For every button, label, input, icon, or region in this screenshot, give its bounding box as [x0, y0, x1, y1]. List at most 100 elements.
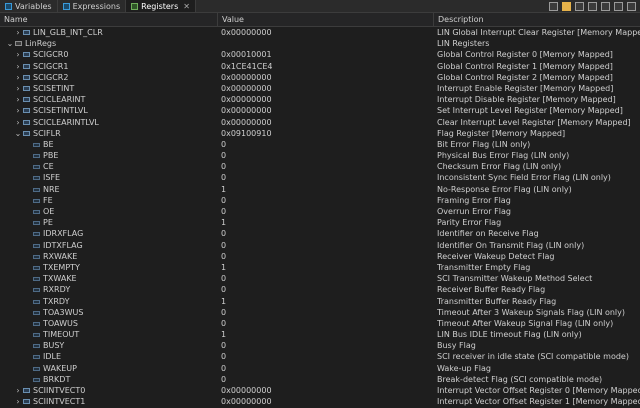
row-value-cell[interactable]: 1 [221, 184, 433, 195]
maximize-icon[interactable] [627, 1, 636, 11]
row-value-cell[interactable]: 0 [221, 284, 433, 295]
tab-registers[interactable]: Registers ✕ [126, 0, 196, 12]
tree-row-register[interactable]: › SCIGCR0 0x00010001 Global Control Registe… [0, 49, 640, 60]
tree-row-register[interactable]: › SCIINTVECT1 0x00000000 Interrupt Vector O… [0, 396, 640, 407]
minimize-icon[interactable] [614, 1, 623, 11]
tab-label: Registers [141, 1, 179, 11]
tree-row-field[interactable]: PE 1 Parity Error Flag [0, 217, 640, 228]
tree-row-field[interactable]: FE 0 Framing Error Flag [0, 195, 640, 206]
tree-row-field[interactable]: CE 0 Checksum Error Flag (LIN only) [0, 161, 640, 172]
row-value-cell[interactable]: 0x00000000 [221, 94, 433, 105]
tree-row-group[interactable]: ⌄ LinRegs LIN Registers [0, 38, 640, 49]
tree-row-register[interactable]: › SCIINTVECT0 0x00000000 Interrupt Vector O… [0, 385, 640, 396]
collapse-icon[interactable] [588, 1, 597, 11]
row-value-cell[interactable]: 0 [221, 240, 433, 251]
tree-row-field[interactable]: TIMEOUT 1 LIN Bus IDLE timeout Flag (LIN o… [0, 329, 640, 340]
tree-row-field[interactable]: OE 0 Overrun Error Flag [0, 206, 640, 217]
row-value-cell[interactable]: 0x00000000 [221, 117, 433, 128]
chevron-right-icon[interactable]: › [14, 83, 22, 94]
tree-row-register[interactable]: › SCISETINT 0x00000000 Interrupt Enable Reg… [0, 83, 640, 94]
row-value-cell[interactable]: 1 [221, 296, 433, 307]
tree-row-register[interactable]: › SCIGCR1 0x1CE41CE4 Global Control Registe… [0, 61, 640, 72]
tree-row-field[interactable]: IDLE 0 SCI receiver in idle state (SCI com… [0, 351, 640, 362]
row-value-cell[interactable]: 0 [221, 228, 433, 239]
tree-row-field[interactable]: TXEMPTY 1 Transmitter Empty Flag [0, 262, 640, 273]
tree-row-field[interactable]: TOAWUS 0 Timeout After Wakeup Signal Flag … [0, 318, 640, 329]
tree-row-field[interactable]: TOA3WUS 0 Timeout After 3 Wakeup Signals F… [0, 307, 640, 318]
highlight-icon[interactable] [575, 1, 584, 11]
row-value-cell[interactable]: 1 [221, 329, 433, 340]
tree-row-field[interactable]: IDTXFLAG 0 Identifier On Transmit Flag (LI… [0, 240, 640, 251]
tab-variables[interactable]: Variables [0, 0, 58, 12]
row-value-cell[interactable]: 0 [221, 340, 433, 351]
tree-row-field[interactable]: RXRDY 0 Receiver Buffer Ready Flag [0, 284, 640, 295]
tree-row-register[interactable]: › SCIGCR2 0x00000000 Global Control Registe… [0, 72, 640, 83]
column-header-name[interactable]: Name [0, 13, 218, 26]
row-value-cell[interactable]: 0x00000000 [221, 27, 433, 38]
row-value-cell[interactable]: 0 [221, 251, 433, 262]
tree-row-register[interactable]: › SCICLEARINT 0x00000000 Interrupt Disable … [0, 94, 640, 105]
row-value-cell[interactable]: 0x1CE41CE4 [221, 61, 433, 72]
row-value-cell[interactable]: 0 [221, 307, 433, 318]
menu-icon[interactable] [601, 1, 610, 11]
bitfield-icon [33, 277, 40, 282]
tree-row-field[interactable]: BUSY 0 Busy Flag [0, 340, 640, 351]
row-value-cell[interactable]: 0x00000000 [221, 83, 433, 94]
chevron-right-icon[interactable]: › [14, 72, 22, 83]
row-value-cell[interactable]: 0x00000000 [221, 105, 433, 116]
chevron-down-icon[interactable]: ⌄ [14, 128, 22, 139]
chevron-right-icon[interactable]: › [14, 117, 22, 128]
tree-row-field[interactable]: IDRXFLAG 0 Identifier on Receive Flag [0, 228, 640, 239]
row-value-cell[interactable]: 0 [221, 351, 433, 362]
tree-row-field[interactable]: RXWAKE 0 Receiver Wakeup Detect Flag [0, 251, 640, 262]
pin-icon[interactable] [549, 1, 558, 11]
tab-expressions[interactable]: Expressions [58, 0, 127, 12]
row-value-cell[interactable]: 0 [221, 161, 433, 172]
row-name-label: RXWAKE [43, 251, 78, 261]
chevron-right-icon[interactable]: › [14, 105, 22, 116]
chevron-right-icon[interactable]: › [14, 49, 22, 60]
row-value-cell[interactable]: 0x09100910 [221, 128, 433, 139]
row-value-cell[interactable] [221, 38, 433, 49]
chevron-right-icon[interactable]: › [14, 27, 22, 38]
column-header-value[interactable]: Value [218, 13, 434, 26]
row-value-cell[interactable]: 0 [221, 206, 433, 217]
tree-row-register[interactable]: › SCISETINTLVL 0x00000000 Set Interrupt Lev… [0, 105, 640, 116]
tree-row-field[interactable]: BE 0 Bit Error Flag (LIN only) [0, 139, 640, 150]
row-value-cell[interactable]: 0 [221, 139, 433, 150]
tree-row-field[interactable]: PBE 0 Physical Bus Error Flag (LIN only) [0, 150, 640, 161]
row-value-cell[interactable]: 0 [221, 150, 433, 161]
row-value-cell[interactable]: 0 [221, 318, 433, 329]
tree-row-register[interactable]: › LIN_GLB_INT_CLR 0x00000000 LIN Global Int… [0, 27, 640, 38]
row-value-cell[interactable]: 0 [221, 195, 433, 206]
row-value-cell[interactable]: 0x00010001 [221, 49, 433, 60]
tree-row-field[interactable]: ISFE 0 Inconsistent Sync Field Error Flag … [0, 172, 640, 183]
row-value-cell[interactable]: 0 [221, 273, 433, 284]
row-value-cell[interactable]: 1 [221, 217, 433, 228]
bitfield-icon [33, 221, 40, 226]
row-value-cell[interactable]: 0 [221, 363, 433, 374]
row-value-cell[interactable]: 0 [221, 172, 433, 183]
chevron-right-icon[interactable]: › [14, 61, 22, 72]
row-value-cell[interactable]: 0x00000000 [221, 396, 433, 407]
chevron-right-icon[interactable]: › [14, 385, 22, 396]
chevron-right-icon[interactable]: › [14, 94, 22, 105]
tree-row-register[interactable]: › SCICLEARINTLVL 0x00000000 Clear Interrupt… [0, 117, 640, 128]
close-tab-icon[interactable]: ✕ [183, 2, 190, 11]
tree-row-field[interactable]: BRKDT 0 Break-detect Flag (SCI compatible … [0, 374, 640, 385]
row-name-cell: › SCISETINT [0, 83, 218, 94]
column-header-description[interactable]: Description [434, 13, 640, 26]
tree-row-register[interactable]: ⌄ SCIFLR 0x09100910 Flag Register [Memory M… [0, 128, 640, 139]
chevron-down-icon[interactable]: ⌄ [6, 38, 14, 49]
tree-row-field[interactable]: NRE 1 No-Response Error Flag (LIN only) [0, 184, 640, 195]
new-group-icon[interactable] [562, 1, 571, 11]
row-value-cell[interactable]: 0 [221, 374, 433, 385]
row-value-cell[interactable]: 0x00000000 [221, 385, 433, 396]
chevron-right-icon[interactable]: › [14, 396, 22, 407]
tree-row-field[interactable]: TXWAKE 0 SCI Transmitter Wakeup Method Sel… [0, 273, 640, 284]
row-value-cell[interactable]: 1 [221, 262, 433, 273]
row-name-label: LinRegs [25, 39, 57, 49]
tree-row-field[interactable]: TXRDY 1 Transmitter Buffer Ready Flag [0, 296, 640, 307]
row-value-cell[interactable]: 0x00000000 [221, 72, 433, 83]
tree-row-field[interactable]: WAKEUP 0 Wake-up Flag [0, 363, 640, 374]
